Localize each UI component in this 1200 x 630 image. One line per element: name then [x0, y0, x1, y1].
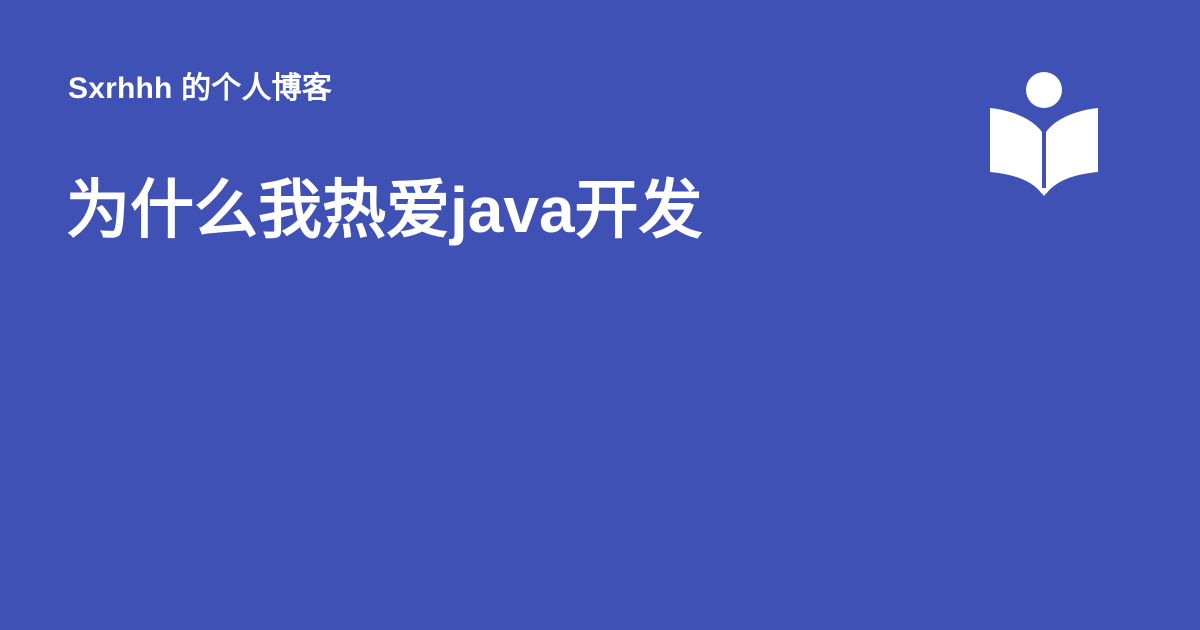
- social-card: Sxrhhh 的个人博客 为什么我热爱java开发: [0, 0, 1200, 630]
- book-reader-icon: [990, 72, 1098, 196]
- site-name: Sxrhhh 的个人博客: [68, 72, 333, 105]
- page-title: 为什么我热爱java开发: [66, 174, 703, 246]
